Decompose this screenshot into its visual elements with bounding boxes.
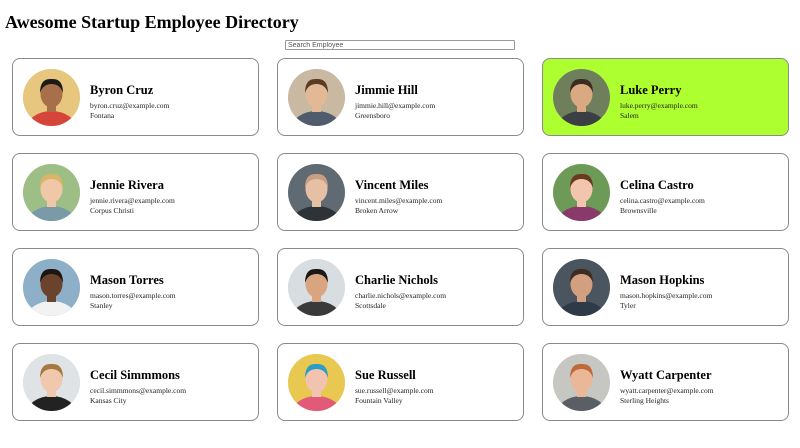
employee-avatar [288, 69, 345, 126]
employee-avatar [553, 69, 610, 126]
employee-city: Fontana [90, 111, 115, 120]
employee-card[interactable]: Luke Perry luke.perry@example.com Salem [542, 58, 789, 136]
portrait-image [23, 354, 80, 411]
employee-city: Corpus Christi [90, 206, 134, 215]
employee-card[interactable]: Wyatt Carpenter wyatt.carpenter@example.… [542, 343, 789, 421]
employee-name: Cecil Simmmons [90, 368, 180, 382]
portrait-image [288, 164, 345, 221]
employee-card[interactable]: Celina Castro celina.castro@example.com … [542, 153, 789, 231]
employee-city: Stanley [90, 301, 113, 310]
portrait-image [288, 259, 345, 316]
employee-avatar [23, 259, 80, 316]
employee-card[interactable]: Jennie Rivera jennie.rivera@example.com … [12, 153, 259, 231]
employee-email: vincent.miles@example.com [355, 196, 443, 205]
portrait-image [23, 259, 80, 316]
portrait-image [288, 354, 345, 411]
employee-info: Cecil Simmmons cecil.simmmons@example.co… [90, 368, 186, 406]
employee-card[interactable]: Mason Hopkins mason.hopkins@example.com … [542, 248, 789, 326]
employee-name: Sue Russell [355, 368, 416, 382]
search-input[interactable] [285, 40, 515, 50]
employee-info: Byron Cruz byron.cruz@example.com Fontan… [90, 83, 169, 121]
employee-name: Charlie Nichols [355, 273, 438, 287]
employee-city: Sterling Heights [620, 396, 669, 405]
employee-info: Wyatt Carpenter wyatt.carpenter@example.… [620, 368, 714, 406]
employee-name: Celina Castro [620, 178, 694, 192]
employee-name: Mason Hopkins [620, 273, 705, 287]
employee-name: Jimmie Hill [355, 83, 418, 97]
employee-email: jennie.rivera@example.com [90, 196, 175, 205]
employee-info: Mason Torres mason.torres@example.com St… [90, 273, 176, 311]
employee-email: celina.castro@example.com [620, 196, 705, 205]
employee-info: Jennie Rivera jennie.rivera@example.com … [90, 178, 175, 216]
employee-card[interactable]: Jimmie Hill jimmie.hill@example.com Gree… [277, 58, 524, 136]
employee-avatar [553, 164, 610, 221]
portrait-image [553, 164, 610, 221]
portrait-image [23, 164, 80, 221]
employee-info: Jimmie Hill jimmie.hill@example.com Gree… [355, 83, 435, 121]
page-title: Awesome Startup Employee Directory [5, 12, 299, 32]
employee-avatar [23, 164, 80, 221]
employee-name: Mason Torres [90, 273, 164, 287]
employee-avatar [288, 354, 345, 411]
employee-card[interactable]: Sue Russell sue.russell@example.com Foun… [277, 343, 524, 421]
employee-name: Vincent Miles [355, 178, 429, 192]
employee-email: mason.torres@example.com [90, 291, 176, 300]
employee-city: Broken Arrow [355, 206, 399, 215]
employee-avatar [23, 69, 80, 126]
employee-info: Charlie Nichols charlie.nichols@example.… [355, 273, 446, 311]
employee-avatar [553, 259, 610, 316]
portrait-image [553, 69, 610, 126]
employee-info: Luke Perry luke.perry@example.com Salem [620, 83, 698, 121]
employee-city: Brownsville [620, 206, 657, 215]
employee-email: cecil.simmmons@example.com [90, 386, 187, 395]
employee-avatar [288, 164, 345, 221]
employee-name: Wyatt Carpenter [620, 368, 712, 382]
employee-city: Salem [620, 111, 639, 120]
employee-card[interactable]: Byron Cruz byron.cruz@example.com Fontan… [12, 58, 259, 136]
employee-name: Jennie Rivera [90, 178, 164, 192]
employee-avatar [23, 354, 80, 411]
employee-card[interactable]: Cecil Simmmons cecil.simmmons@example.co… [12, 343, 259, 421]
employee-email: luke.perry@example.com [620, 101, 698, 110]
employee-card[interactable]: Mason Torres mason.torres@example.com St… [12, 248, 259, 326]
portrait-image [553, 259, 610, 316]
portrait-image [23, 69, 80, 126]
employee-card[interactable]: Charlie Nichols charlie.nichols@example.… [277, 248, 524, 326]
employee-info: Vincent Miles vincent.miles@example.com … [355, 178, 442, 216]
employee-grid: Byron Cruz byron.cruz@example.com Fontan… [12, 58, 789, 421]
employee-email: sue.russell@example.com [355, 386, 434, 395]
employee-name: Luke Perry [620, 83, 682, 97]
employee-info: Celina Castro celina.castro@example.com … [620, 178, 705, 216]
employee-avatar [288, 259, 345, 316]
employee-email: charlie.nichols@example.com [355, 291, 447, 300]
portrait-image [288, 69, 345, 126]
employee-avatar [553, 354, 610, 411]
portrait-image [553, 354, 610, 411]
employee-info: Mason Hopkins mason.hopkins@example.com … [620, 273, 712, 311]
employee-name: Byron Cruz [90, 83, 154, 97]
employee-card[interactable]: Vincent Miles vincent.miles@example.com … [277, 153, 524, 231]
employee-email: mason.hopkins@example.com [620, 291, 713, 300]
employee-email: jimmie.hill@example.com [355, 101, 436, 110]
employee-city: Kansas City [90, 396, 127, 405]
employee-email: wyatt.carpenter@example.com [620, 386, 714, 395]
employee-email: byron.cruz@example.com [90, 101, 170, 110]
employee-city: Scottsdale [355, 301, 386, 310]
employee-city: Greensboro [355, 111, 390, 120]
employee-info: Sue Russell sue.russell@example.com Foun… [355, 368, 434, 406]
employee-city: Tyler [620, 301, 636, 310]
employee-city: Fountain Valley [355, 396, 403, 405]
